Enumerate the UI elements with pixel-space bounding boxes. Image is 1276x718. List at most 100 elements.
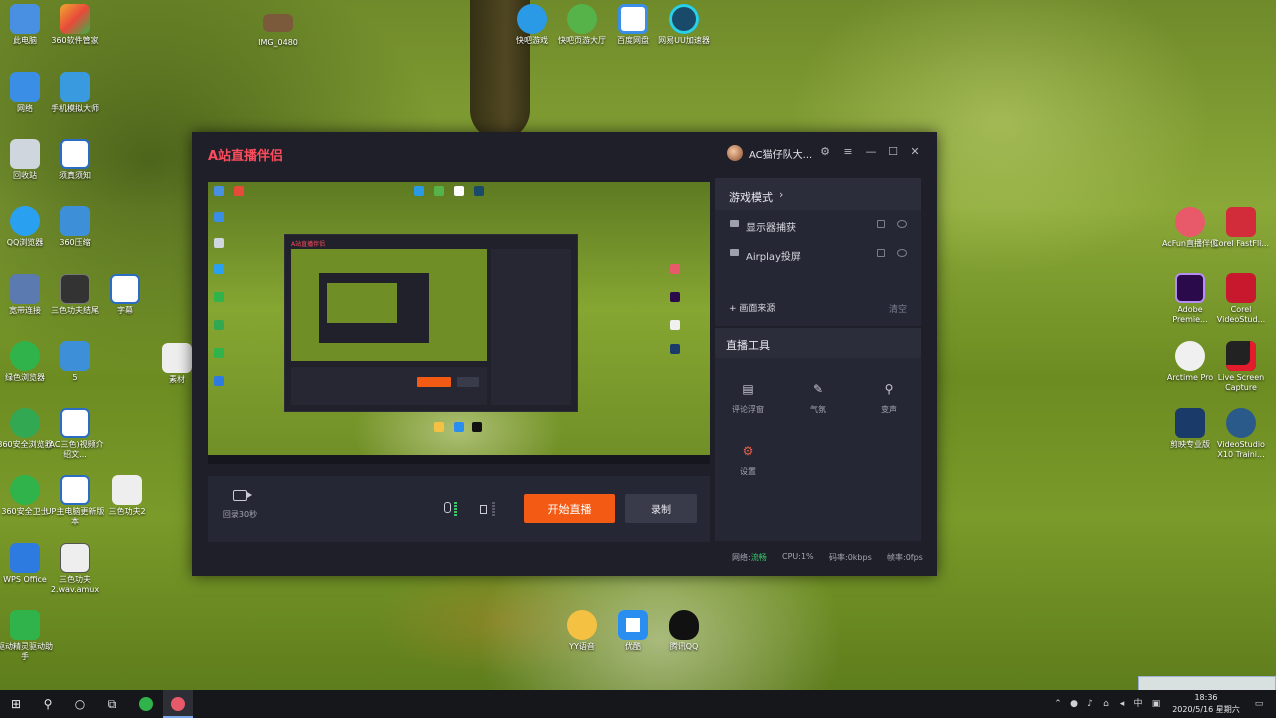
windows-start-icon[interactable]: ⊞: [9, 697, 23, 711]
cpu-status: CPU:1%: [782, 552, 814, 561]
tray-network-icon[interactable]: ⌂: [1101, 699, 1111, 709]
right-panel: 游戏模式 › 显示器捕获 Airplay投屏 + 画面来源 清空 直播工具 ▤ …: [715, 178, 921, 541]
start-live-button[interactable]: 开始直播: [524, 494, 615, 523]
lock-icon[interactable]: [877, 220, 885, 228]
microphone-button[interactable]: [444, 502, 460, 516]
desktop-icon-videostudio-training[interactable]: VideoStudio X10 Traini...: [1210, 408, 1272, 460]
bitrate-status: 码率:0kbps: [829, 553, 872, 562]
desktop-icon-driver-helper[interactable]: 驱动精灵驱动助手: [0, 610, 56, 662]
desktop-icon-live-screen-capture[interactable]: Live Screen Capture: [1210, 341, 1272, 393]
tray-overflow-icon[interactable]: ⌃: [1053, 699, 1063, 709]
user-profile[interactable]: AC猫仔队大...: [727, 144, 812, 162]
stream-preview[interactable]: A站直播伴侣: [208, 182, 710, 464]
archive-icon: [60, 341, 90, 371]
taskbar-app-browser[interactable]: [131, 690, 161, 718]
desktop-icon-video-2[interactable]: 三色功夫2.wav.amux: [44, 543, 106, 595]
preview-window-title: A站直播伴侣: [291, 241, 326, 248]
close-button[interactable]: ✕: [909, 146, 921, 158]
preview-nested-window: A站直播伴侣: [284, 234, 578, 412]
clear-sources-button[interactable]: 清空: [889, 302, 907, 315]
tray-volume-icon[interactable]: ◂: [1117, 699, 1127, 709]
preview-desktop-icon: [234, 186, 244, 196]
preview-desktop-icon: [214, 376, 224, 386]
desktop-wallpaper: 此电脑 360软件管家 网络 手机模拟大师 回收站 须真须知 QQ浏览器 360…: [0, 0, 1276, 690]
tool-comment-window[interactable]: ▤ 评论浮窗: [723, 382, 773, 415]
speaker-button[interactable]: [480, 502, 496, 516]
media-file-icon: [112, 475, 142, 505]
yy-voice-icon: [567, 610, 597, 640]
add-source-button[interactable]: + 画面来源: [729, 301, 775, 314]
desktop-icon-doc-2[interactable]: (AC三色)视频介绍文...: [44, 408, 106, 460]
search-icon[interactable]: ⚲: [41, 697, 55, 711]
ime-toolbar[interactable]: [1138, 676, 1276, 690]
cortana-icon[interactable]: ○: [73, 697, 87, 711]
recycle-bin-icon: [10, 139, 40, 169]
editor-icon: [1175, 408, 1205, 438]
taskbar-clock[interactable]: 18:36 2020/5/16 星期六: [1168, 692, 1244, 716]
network-icon: [10, 72, 40, 102]
desktop-icon-360-software[interactable]: 360软件管家: [44, 4, 106, 46]
visibility-eye-icon[interactable]: [897, 249, 907, 257]
monitor-icon: [730, 220, 739, 227]
desktop-icon-archive-5[interactable]: 5: [44, 341, 106, 383]
tool-atmosphere[interactable]: ✎ 气氛: [793, 382, 843, 415]
source-item-monitor-capture[interactable]: 显示器捕获: [715, 212, 921, 238]
broadband-icon: [10, 274, 40, 304]
tray-ime-icon[interactable]: 中: [1133, 699, 1143, 709]
menu-icon[interactable]: ≡: [842, 146, 854, 158]
framerate-status: 帧率:0fps: [887, 553, 923, 562]
preview-desktop-icon: [434, 422, 444, 432]
tool-settings[interactable]: ⚙ 设置: [723, 444, 773, 477]
maximize-button[interactable]: ☐: [887, 146, 899, 158]
network-status: 网络:流畅: [732, 552, 767, 563]
settings-icon[interactable]: ⚙: [819, 146, 831, 158]
phone-emulator-icon: [60, 72, 90, 102]
atmosphere-icon: ✎: [812, 382, 824, 396]
preview-desktop-icon: [214, 264, 224, 274]
taskbar-app-acfun-live[interactable]: [163, 690, 193, 718]
desktop-icon-uu-accelerator[interactable]: 网易UU加速器: [653, 4, 715, 46]
kuaiba-hall-icon: [567, 4, 597, 34]
tool-label: 设置: [740, 467, 756, 476]
source-label: 显示器捕获: [746, 223, 796, 234]
visibility-eye-icon[interactable]: [897, 220, 907, 228]
desktop-icon-phone-emulator[interactable]: 手机模拟大师: [44, 72, 106, 114]
tray-mic-icon[interactable]: ♪: [1085, 699, 1095, 709]
title-bar[interactable]: A站直播伴侣 AC猫仔队大... ⚙ ≡ — ☐ ✕: [192, 132, 937, 172]
preview-desktop-icon: [670, 292, 680, 302]
preview-taskbar: [208, 455, 710, 464]
source-item-airplay[interactable]: Airplay投屏: [715, 241, 921, 267]
chevron-right-icon: ›: [779, 188, 784, 201]
live-tools-header: 直播工具: [715, 328, 921, 358]
tray-app-icon[interactable]: ●: [1069, 699, 1079, 709]
desktop-icon-subtitles[interactable]: 字幕: [94, 274, 156, 316]
notification-icon[interactable]: ▭: [1254, 699, 1264, 709]
task-view-icon[interactable]: ⧉: [105, 697, 119, 711]
word-doc-icon: [60, 475, 90, 505]
desktop-icon-qq[interactable]: 腾讯QQ: [653, 610, 715, 652]
mode-selector[interactable]: 游戏模式 ›: [715, 178, 921, 210]
tray-keyboard-icon[interactable]: ▣: [1151, 699, 1161, 709]
tool-voice-change[interactable]: ⚲ 变声: [864, 382, 914, 415]
desktop-icon-doc-1[interactable]: 须真须知: [44, 139, 106, 181]
desktop-icon-img-0480[interactable]: IMG_0480: [247, 14, 309, 48]
qq-browser-icon: [10, 206, 40, 236]
broadcast-controls: 回录30秒 开始直播 录制: [208, 476, 710, 542]
qq-icon: [669, 610, 699, 640]
source-label: Airplay投屏: [746, 252, 801, 263]
lock-icon[interactable]: [877, 249, 885, 257]
desktop-icon-corel-fastflick[interactable]: Corel FastFli...: [1210, 207, 1272, 249]
360-software-icon: [60, 4, 90, 34]
clock-date: 2020/5/16 星期六: [1172, 705, 1240, 714]
desktop-icon-360-archive[interactable]: 360压缩: [44, 206, 106, 248]
preview-desktop-icon: [214, 348, 224, 358]
desktop-icon-media-2[interactable]: 三色功夫2: [96, 475, 158, 517]
avatar: [727, 145, 743, 161]
computer-icon: [10, 4, 40, 34]
minimize-button[interactable]: —: [865, 146, 877, 158]
record-button[interactable]: 录制: [625, 494, 697, 523]
app-title: A站直播伴侣: [208, 149, 284, 164]
network-label: 网络:: [732, 553, 751, 562]
desktop-icon-corel-videostudio[interactable]: Corel VideoStud...: [1210, 273, 1272, 325]
replay-30s-button[interactable]: 回录30秒: [222, 490, 258, 520]
